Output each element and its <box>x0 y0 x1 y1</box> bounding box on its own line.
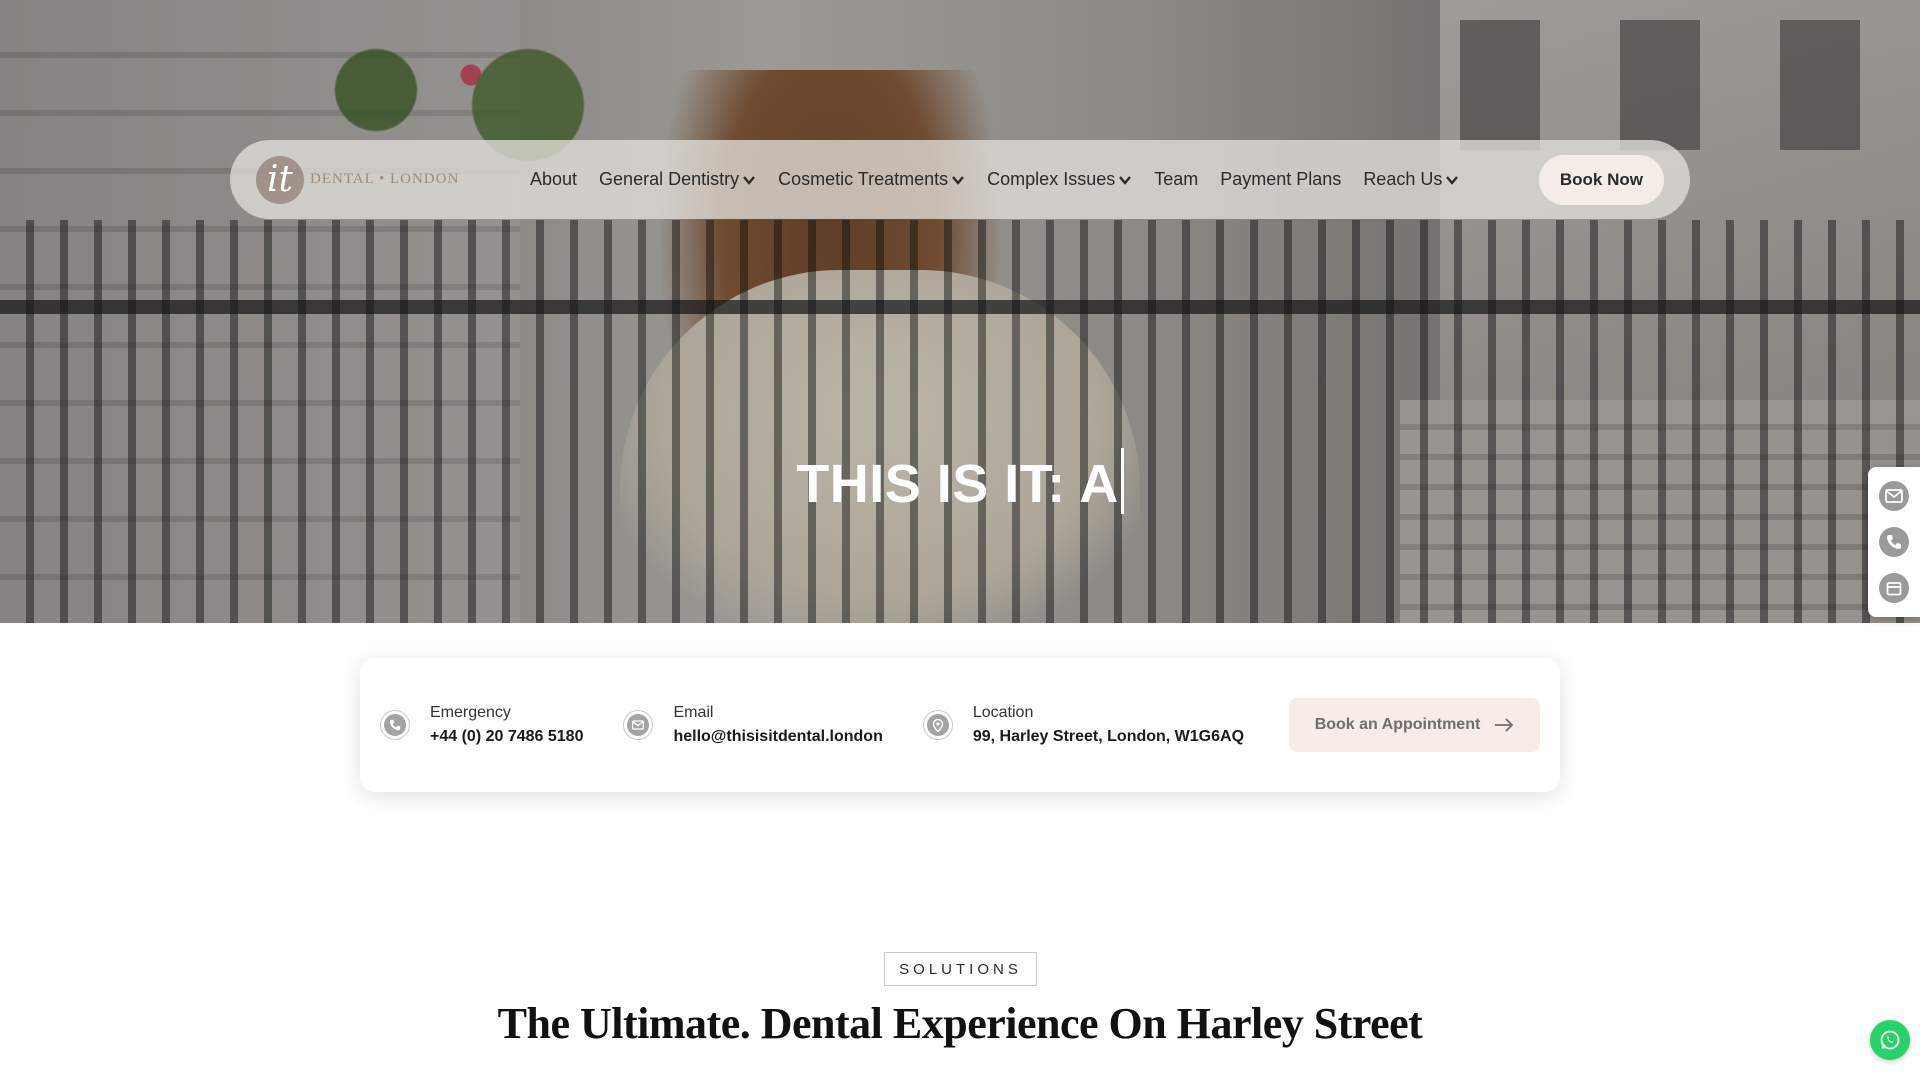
chevron-down-icon <box>743 175 756 185</box>
emergency-info: Emergency +44 (0) 20 7486 5180 <box>380 704 583 746</box>
phone-icon[interactable] <box>1879 527 1909 557</box>
nav-links: About General Dentistry Cosmetic Treatme… <box>530 169 1481 190</box>
location-info: Location 99, Harley Street, London, W1G6… <box>922 704 1244 746</box>
hero-headline: THIS IS IT: A <box>0 448 1920 515</box>
email-icon[interactable] <box>1879 481 1909 511</box>
nav-item-label: Complex Issues <box>987 169 1116 189</box>
typing-caret <box>1120 448 1124 514</box>
hero-section <box>0 0 1920 623</box>
email-label: Email <box>673 704 714 721</box>
email-info: Email hello@thisisitdental.london <box>623 704 883 746</box>
email-address[interactable]: hello@thisisitdental.london <box>673 728 882 746</box>
nav-item-general-dentistry[interactable]: General Dentistry <box>599 169 756 190</box>
nav-item-label: Reach Us <box>1363 169 1443 189</box>
chevron-down-icon <box>1446 175 1459 185</box>
calendar-icon[interactable] <box>1879 573 1909 603</box>
email-icon <box>623 710 654 740</box>
emergency-phone[interactable]: +44 (0) 20 7486 5180 <box>430 728 583 746</box>
book-now-button[interactable]: Book Now <box>1538 154 1664 205</box>
solutions-tag: SOLUTIONS <box>884 952 1037 986</box>
nav-item-label: Payment Plans <box>1220 169 1342 189</box>
book-appointment-label: Book an Appointment <box>1314 716 1481 733</box>
section-title: The Ultimate. Dental Experience On Harle… <box>497 999 1423 1048</box>
logo-text: DENTAL • LONDON <box>310 171 460 187</box>
contact-info-card: Emergency +44 (0) 20 7486 5180 Email hel… <box>360 658 1560 792</box>
book-appointment-button[interactable]: Book an Appointment <box>1289 698 1540 752</box>
emergency-label: Emergency <box>430 704 511 721</box>
location-pin-icon <box>922 710 953 740</box>
whatsapp-icon[interactable] <box>1870 1020 1910 1060</box>
nav-item-label: Cosmetic Treatments <box>778 169 949 189</box>
chevron-down-icon <box>1119 175 1132 185</box>
nav-item-label: General Dentistry <box>599 169 740 189</box>
nav-item-team[interactable]: Team <box>1154 169 1198 190</box>
arrow-right-icon <box>1495 718 1514 732</box>
logo-mark: it <box>256 155 304 204</box>
nav-item-cosmetic-treatments[interactable]: Cosmetic Treatments <box>778 169 965 190</box>
main-navbar: it DENTAL • LONDON About General Dentist… <box>230 140 1690 219</box>
site-logo[interactable]: it DENTAL • LONDON <box>256 155 526 204</box>
phone-icon <box>380 710 410 740</box>
location-address[interactable]: 99, Harley Street, London, W1G6AQ <box>973 728 1244 746</box>
location-label: Location <box>972 704 1034 721</box>
side-contact-tab <box>1868 467 1920 617</box>
nav-item-label: Team <box>1154 169 1199 189</box>
nav-item-payment-plans[interactable]: Payment Plans <box>1220 169 1341 190</box>
nav-item-about[interactable]: About <box>530 169 577 190</box>
hero-headline-text: THIS IS IT: A <box>796 454 1119 514</box>
chevron-down-icon <box>952 175 965 185</box>
nav-item-label: About <box>530 169 578 189</box>
nav-item-complex-issues[interactable]: Complex Issues <box>987 169 1132 190</box>
nav-item-reach-us[interactable]: Reach Us <box>1363 169 1459 190</box>
hero-overlay <box>0 0 1920 623</box>
